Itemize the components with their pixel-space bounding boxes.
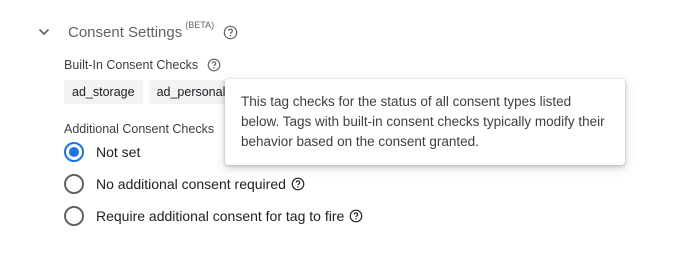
builtin-consent-checks-label: Built-In Consent Checks (64, 58, 221, 72)
radio-label: Not set (96, 144, 141, 160)
radio-button[interactable] (64, 142, 84, 162)
radio-not-set[interactable]: Not set (64, 140, 140, 164)
consent-settings-header[interactable]: Consent Settings (BETA) (36, 20, 238, 44)
radio-label: No additional consent required (96, 176, 286, 192)
help-icon[interactable] (291, 177, 305, 191)
builtin-consent-checks-text: Built-In Consent Checks (64, 58, 199, 72)
radio-label: Require additional consent for tag to fi… (96, 208, 345, 224)
radio-no-additional-consent[interactable]: No additional consent required (64, 172, 305, 196)
help-icon[interactable] (207, 58, 221, 72)
beta-badge: (BETA) (185, 20, 215, 30)
radio-button[interactable] (64, 206, 84, 226)
consent-settings-panel: Consent Settings (BETA) Built-In Consent… (0, 0, 697, 256)
consent-chips: ad_storage ad_personaliz (64, 80, 245, 104)
radio-require-additional-consent[interactable]: Require additional consent for tag to fi… (64, 204, 363, 228)
consent-tooltip: This tag checks for the status of all co… (225, 79, 625, 165)
additional-consent-checks-label: Additional Consent Checks (64, 122, 215, 136)
chevron-down-icon[interactable] (36, 24, 52, 40)
section-title: Consent Settings (68, 23, 183, 41)
consent-chip: ad_storage (64, 80, 143, 104)
help-icon[interactable] (349, 209, 363, 223)
help-icon[interactable] (223, 25, 238, 40)
radio-button[interactable] (64, 174, 84, 194)
